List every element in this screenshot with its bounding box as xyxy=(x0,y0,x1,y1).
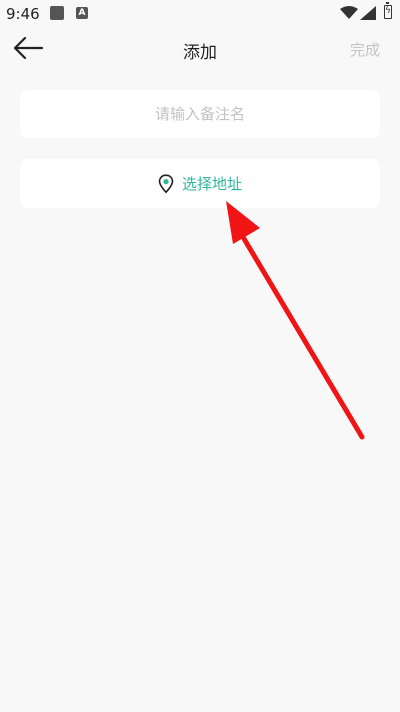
accessibility-a-icon: A xyxy=(76,7,88,19)
remark-name-card xyxy=(20,90,380,138)
done-button[interactable]: 完成 xyxy=(350,39,380,60)
header-bar: 添加 完成 xyxy=(0,28,400,70)
status-bar: 9:46 A ϟ xyxy=(0,0,400,28)
remark-name-input[interactable] xyxy=(20,90,380,138)
status-time: 9:46 xyxy=(6,5,40,23)
select-address-label: 选择地址 xyxy=(181,175,242,193)
select-address-button[interactable]: 选择地址 xyxy=(20,159,380,208)
screen: 9:46 A ϟ 添加 完成 选择地址 xyxy=(0,0,400,712)
notification-square-icon xyxy=(50,6,64,20)
location-pin-icon xyxy=(158,173,174,193)
wifi-icon xyxy=(340,6,358,19)
signal-icon xyxy=(360,6,376,20)
page-title: 添加 xyxy=(183,43,217,63)
battery-charging-icon: ϟ xyxy=(384,2,392,19)
